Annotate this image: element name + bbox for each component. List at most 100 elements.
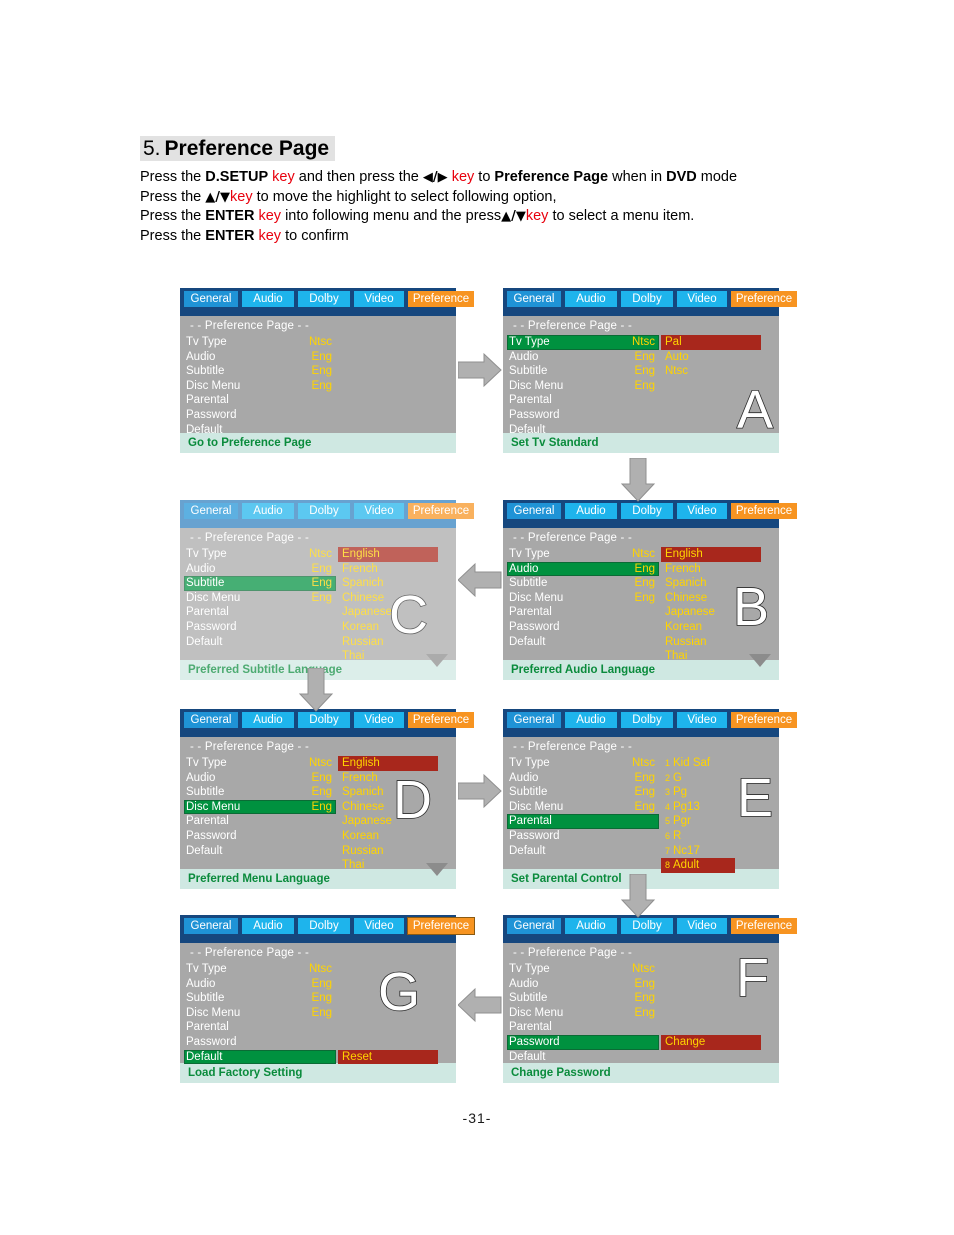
menu-row-default[interactable]: Default [180, 423, 456, 438]
scroll-down-icon[interactable] [426, 654, 448, 667]
menu-row-default[interactable]: Default [503, 1050, 779, 1065]
tab-general[interactable]: General [507, 291, 561, 307]
menu-row-audio[interactable]: Audio Eng [503, 771, 779, 786]
menu-row-subtitle[interactable]: Subtitle Eng [503, 785, 779, 800]
tab-video[interactable]: Video [354, 291, 404, 307]
menu-row-parental[interactable]: Parental [503, 814, 779, 829]
tab-video[interactable]: Video [354, 712, 404, 728]
menu-row-disc-menu[interactable]: Disc Menu Eng [503, 379, 779, 394]
menu-row-default[interactable]: Default [503, 423, 779, 438]
tab-dolby[interactable]: Dolby [298, 503, 350, 519]
submenu-option[interactable]: Spanich [338, 785, 438, 800]
menu-row-default[interactable]: Default [503, 844, 779, 859]
menu-row-parental[interactable]: Parental [180, 1020, 456, 1035]
rating-option[interactable]: 3 Pg [661, 785, 735, 800]
menu-row-disc-menu[interactable]: Disc Menu Eng [503, 800, 779, 815]
menu-row-disc-menu[interactable]: Disc Menu Eng [180, 379, 456, 394]
tab-general[interactable]: General [184, 291, 238, 307]
tab-dolby[interactable]: Dolby [621, 712, 673, 728]
tab-audio[interactable]: Audio [242, 712, 294, 728]
tab-preference[interactable]: Preference [731, 291, 797, 307]
submenu-option[interactable]: English [661, 547, 761, 562]
scroll-down-icon[interactable] [426, 863, 448, 876]
submenu-option[interactable]: Russian [661, 635, 761, 650]
menu-row-disc-menu[interactable]: Disc Menu Eng [180, 1006, 456, 1021]
menu-row-parental[interactable]: Parental [503, 393, 779, 408]
menu-row-subtitle[interactable]: Subtitle Eng [180, 364, 456, 379]
tab-audio[interactable]: Audio [565, 503, 617, 519]
submenu-option[interactable]: Thai [338, 858, 438, 873]
tab-preference[interactable]: Preference [731, 712, 797, 728]
submenu-option[interactable]: Chinese [338, 800, 438, 815]
menu-row-subtitle[interactable]: Subtitle Eng [180, 991, 456, 1006]
submenu-option[interactable]: English [338, 547, 438, 562]
menu-row-password[interactable]: Password [180, 1035, 456, 1050]
tab-video[interactable]: Video [354, 918, 404, 934]
rating-option[interactable]: 6R [661, 829, 735, 844]
tab-preference[interactable]: Preference [731, 918, 797, 934]
change-option[interactable]: Change [661, 1035, 761, 1050]
submenu-option[interactable]: Japanese [661, 605, 761, 620]
menu-row-password[interactable]: Password [180, 408, 456, 423]
submenu-option[interactable]: Chinese [338, 591, 438, 606]
submenu-option[interactable]: French [661, 562, 761, 577]
menu-row-tv-type[interactable]: Tv Type Ntsc [503, 962, 779, 977]
tab-audio[interactable]: Audio [565, 712, 617, 728]
submenu-option[interactable]: Ntsc [661, 364, 761, 379]
tab-audio[interactable]: Audio [242, 503, 294, 519]
tab-preference[interactable]: Preference [408, 291, 474, 307]
tab-dolby[interactable]: Dolby [298, 291, 350, 307]
submenu-option[interactable]: Auto [661, 350, 761, 365]
menu-row-audio[interactable]: Audio Eng [180, 350, 456, 365]
submenu-option[interactable]: Thai [338, 649, 438, 664]
tab-audio[interactable]: Audio [242, 291, 294, 307]
submenu-option[interactable]: Japanese [338, 814, 438, 829]
submenu-option[interactable]: Korean [338, 829, 438, 844]
submenu-option[interactable]: English [338, 756, 438, 771]
tab-dolby[interactable]: Dolby [621, 503, 673, 519]
tab-dolby[interactable]: Dolby [298, 918, 350, 934]
submenu-option[interactable]: Korean [338, 620, 438, 635]
menu-row-subtitle[interactable]: Subtitle Eng [503, 991, 779, 1006]
submenu-option[interactable]: Spanich [338, 576, 438, 591]
submenu-option[interactable]: Russian [338, 635, 438, 650]
tab-general[interactable]: General [507, 503, 561, 519]
tab-general[interactable]: General [184, 712, 238, 728]
menu-row-audio[interactable]: Audio Eng [503, 977, 779, 992]
tab-video[interactable]: Video [677, 918, 727, 934]
tab-audio[interactable]: Audio [565, 918, 617, 934]
scroll-down-icon[interactable] [749, 654, 771, 667]
rating-option[interactable]: 5 Pgr [661, 814, 735, 829]
menu-row-parental[interactable]: Parental [180, 393, 456, 408]
reset-option[interactable]: Reset [338, 1049, 438, 1065]
tab-general[interactable]: General [507, 712, 561, 728]
tab-video[interactable]: Video [677, 503, 727, 519]
tab-audio[interactable]: Audio [565, 291, 617, 307]
rating-option[interactable]: 8 Adult [661, 858, 735, 873]
rating-option[interactable]: 1 Kid Saf [661, 756, 735, 771]
submenu-option[interactable]: French [338, 771, 438, 786]
tab-general[interactable]: General [184, 503, 238, 519]
tab-preference[interactable]: Preference [731, 503, 797, 519]
tab-audio[interactable]: Audio [242, 918, 294, 934]
tab-video[interactable]: Video [677, 712, 727, 728]
tab-preference[interactable]: Preference [408, 712, 474, 728]
tab-dolby[interactable]: Dolby [621, 918, 673, 934]
menu-row-tv-type[interactable]: Tv Type Ntsc [180, 962, 456, 977]
menu-row-tv-type[interactable]: Tv Type Ntsc [503, 756, 779, 771]
submenu-option[interactable]: French [338, 562, 438, 577]
submenu-option[interactable]: Pal [661, 335, 761, 350]
tab-preference[interactable]: Preference [408, 503, 474, 519]
tab-video[interactable]: Video [354, 503, 404, 519]
tab-dolby[interactable]: Dolby [298, 712, 350, 728]
tab-preference[interactable]: Preference [407, 917, 475, 935]
tab-general[interactable]: General [507, 918, 561, 934]
submenu-option[interactable]: Spanich [661, 576, 761, 591]
rating-option[interactable]: 2G [661, 771, 735, 786]
rating-option[interactable]: 4 Pg13 [661, 800, 735, 815]
submenu-option[interactable]: Japanese [338, 605, 438, 620]
menu-row-parental[interactable]: Parental [503, 1020, 779, 1035]
menu-row-password[interactable]: Password [503, 408, 779, 423]
tab-general[interactable]: General [184, 918, 238, 934]
menu-row-audio[interactable]: Audio Eng [180, 977, 456, 992]
